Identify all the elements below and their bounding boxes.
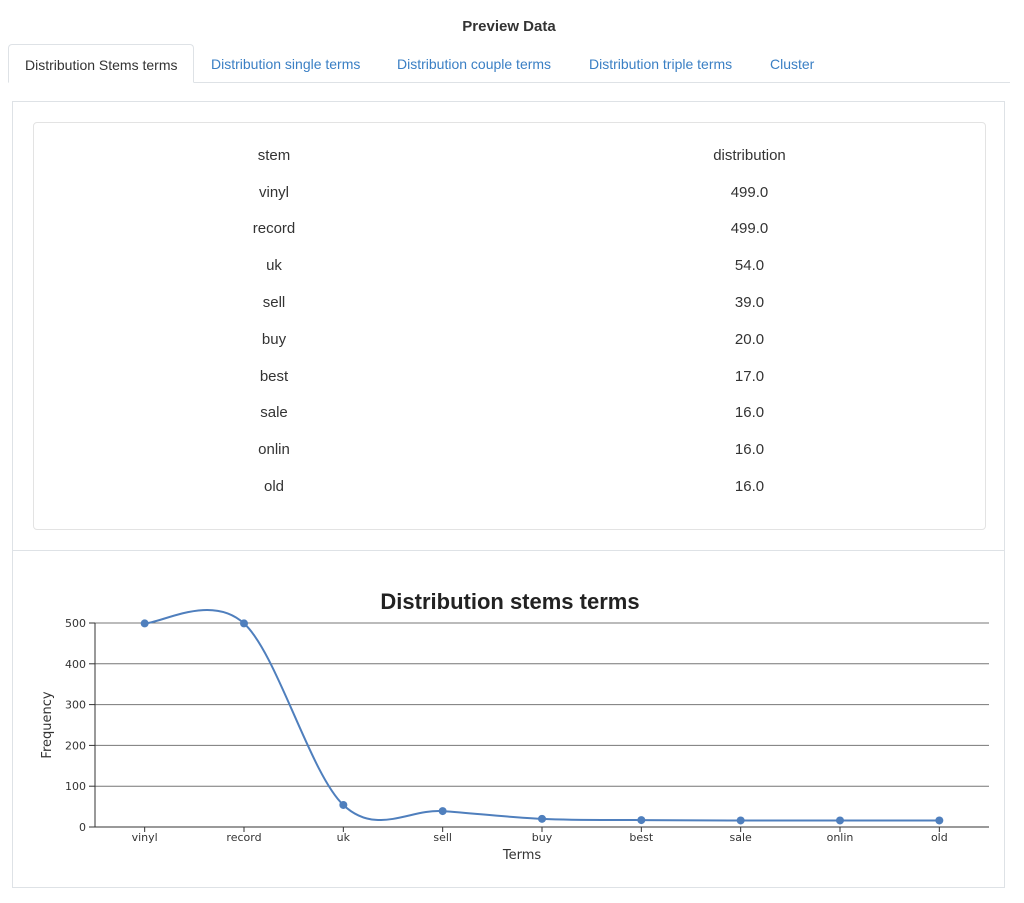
x-tick-label: onlin <box>827 831 854 844</box>
tab-distribution-couple-terms[interactable]: Distribution couple terms <box>381 44 567 82</box>
page-title: Preview Data <box>462 18 556 35</box>
y-tick-label: 300 <box>65 699 86 712</box>
data-point <box>438 807 447 816</box>
cell-distribution: 17.0 <box>734 367 765 385</box>
x-tick-label: best <box>629 831 653 844</box>
distribution-chart: Distribution stems terms 0 100 200 300 400 50… <box>40 589 989 863</box>
series-points <box>140 619 944 825</box>
table-row: onlin 16.0 <box>34 431 985 468</box>
chart-grid <box>95 622 989 787</box>
x-tick-label: record <box>226 831 261 844</box>
table-row: sale 16.0 <box>34 395 985 432</box>
cell-stem: uk <box>266 257 282 275</box>
table-row: uk 54.0 <box>34 247 985 284</box>
cell-stem: best <box>259 367 289 385</box>
tab-distribution-triple-terms[interactable]: Distribution triple terms <box>573 44 748 82</box>
y-tick-label: 200 <box>65 739 86 752</box>
series-line <box>144 609 940 822</box>
data-point <box>935 816 944 825</box>
data-point <box>836 816 844 825</box>
table-row: old 16.0 <box>34 468 985 505</box>
x-tick-label: buy <box>532 831 553 844</box>
y-axis-label: Frequency <box>40 691 55 758</box>
cell-distribution: 20.0 <box>734 330 765 348</box>
data-point <box>736 816 745 825</box>
chart-title: Distribution stems terms <box>380 589 639 614</box>
x-tick-label: old <box>931 831 948 844</box>
data-point <box>240 619 248 628</box>
x-tick-label: sale <box>730 831 753 844</box>
y-tick-label: 100 <box>65 780 86 793</box>
x-ticks: vinyl record uk sell buy best sale onlin old <box>132 827 948 844</box>
distribution-table: stem distribution vinyl 499.0 record 499.0… <box>34 137 985 505</box>
cell-stem: record <box>252 220 296 238</box>
table-header-row: stem distribution <box>34 137 985 174</box>
tab-panel: stem distribution vinyl 499.0 record 499.0… <box>12 101 1005 888</box>
table-row: sell 39.0 <box>34 284 985 321</box>
cell-stem: sell <box>262 294 286 312</box>
section-divider <box>13 550 1004 551</box>
cell-stem: buy <box>261 330 287 348</box>
cell-distribution: 16.0 <box>734 441 765 459</box>
chart-axes <box>94 623 989 828</box>
tab-distribution-single-terms[interactable]: Distribution single terms <box>195 44 376 82</box>
y-tick-label: 400 <box>65 658 86 671</box>
cell-distribution: 499.0 <box>730 183 769 201</box>
cell-stem: onlin <box>258 441 290 459</box>
table-row: buy 20.0 <box>34 321 985 358</box>
x-tick-label: sell <box>433 831 452 844</box>
column-header-distribution: distribution <box>713 146 786 164</box>
y-tick-label: 0 <box>79 821 86 834</box>
data-point <box>538 814 546 823</box>
table-row: vinyl 499.0 <box>34 174 985 211</box>
y-ticks: 0 100 200 300 400 500 <box>65 617 95 834</box>
cell-stem: vinyl <box>258 183 289 201</box>
x-tick-label: vinyl <box>132 831 158 844</box>
cell-distribution: 16.0 <box>734 478 765 496</box>
data-point <box>140 619 149 628</box>
table-card: stem distribution vinyl 499.0 record 499.0… <box>33 122 986 530</box>
cell-stem: sale <box>260 404 288 422</box>
cell-distribution: 16.0 <box>734 404 765 422</box>
tab-cluster[interactable]: Cluster <box>754 44 830 82</box>
y-tick-label: 500 <box>65 617 86 630</box>
tab-distribution-stems-terms[interactable]: Distribution Stems terms <box>8 44 195 83</box>
table-row: best 17.0 <box>34 358 985 395</box>
x-axis-label: Terms <box>502 848 542 863</box>
tab-bar: Distribution Stems terms Distribution si… <box>8 44 1010 83</box>
table-row: record 499.0 <box>34 211 985 248</box>
x-tick-label: uk <box>337 831 351 844</box>
data-point <box>339 800 348 809</box>
cell-distribution: 54.0 <box>734 257 765 275</box>
cell-stem: old <box>263 478 285 496</box>
column-header-stem: stem <box>257 146 291 164</box>
cell-distribution: 39.0 <box>734 294 765 312</box>
cell-distribution: 499.0 <box>730 220 769 238</box>
chart-container: Distribution stems terms 0 100 200 300 400 50… <box>33 577 993 877</box>
data-point <box>637 816 646 825</box>
